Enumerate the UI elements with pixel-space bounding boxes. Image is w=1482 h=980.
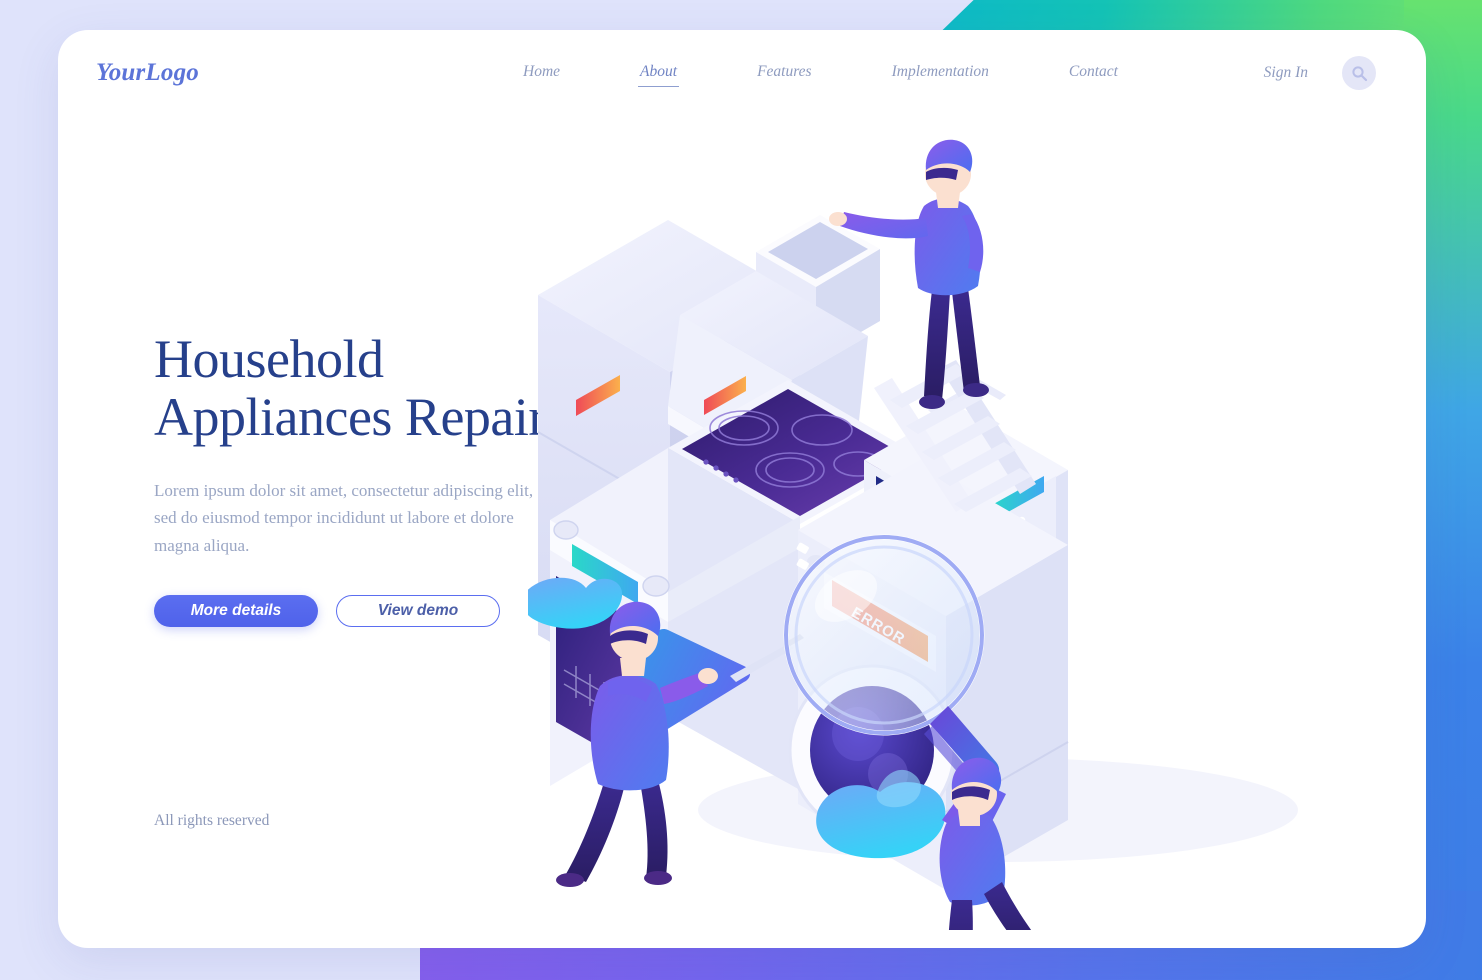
site-header: YourLogo Home About Features Implementat…	[58, 30, 1426, 116]
search-icon	[1351, 65, 1367, 81]
nav-item-features[interactable]: Features	[755, 60, 814, 86]
hero-subtitle: Lorem ipsum dolor sit amet, consectetur …	[154, 480, 534, 555]
logo[interactable]: YourLogo	[96, 59, 199, 87]
more-details-button[interactable]: More details	[154, 595, 318, 628]
nav-item-implementation[interactable]: Implementation	[890, 60, 991, 86]
nav-item-contact[interactable]: Contact	[1067, 60, 1120, 86]
hero-illustration: ERROR	[528, 110, 1408, 930]
sign-in-link[interactable]: Sign In	[1264, 64, 1308, 82]
nav-item-about[interactable]: About	[638, 60, 680, 87]
oven-knob-left	[553, 520, 579, 540]
search-button[interactable]	[1342, 56, 1376, 90]
page-title-line-2: Appliances Repair	[154, 387, 546, 448]
view-demo-button[interactable]: View demo	[336, 595, 500, 628]
landing-page-card: YourLogo Home About Features Implementat…	[58, 30, 1426, 948]
oven-knob-right	[642, 575, 670, 597]
page-title-line-1: Household	[154, 329, 384, 389]
main-navigation: Home About Features Implementation Conta…	[483, 60, 1158, 87]
nav-item-home[interactable]: Home	[521, 60, 562, 86]
all-rights-reserved-text: All rights reserved	[154, 812, 270, 829]
